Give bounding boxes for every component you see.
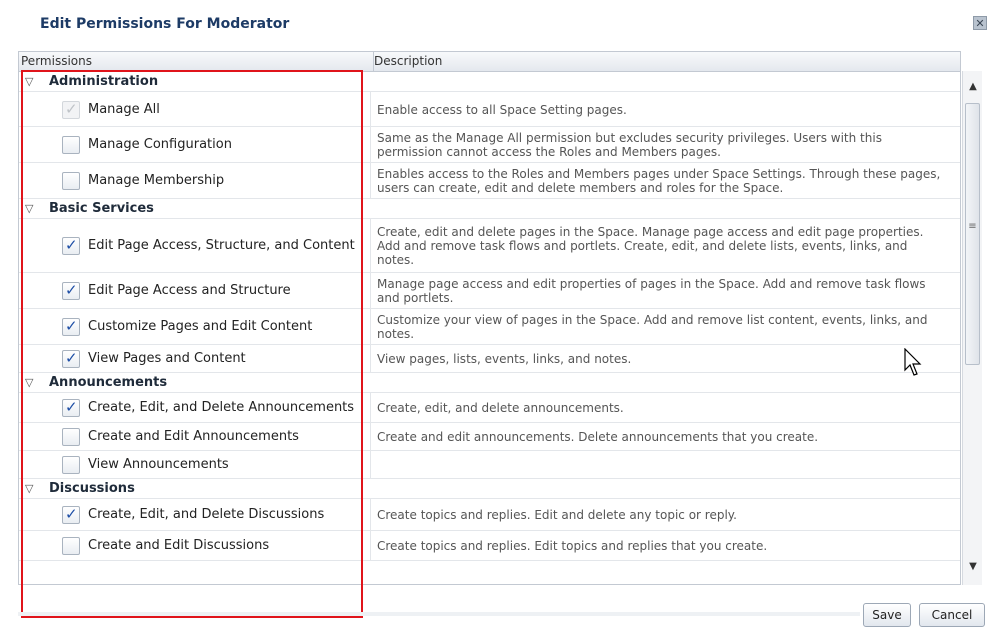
group-row[interactable]: ▽ Announcements xyxy=(19,373,960,393)
close-icon[interactable]: ✕ xyxy=(973,16,987,30)
permission-checkbox[interactable] xyxy=(62,136,80,154)
grip-icon: ≡ xyxy=(968,221,977,232)
permission-label: Manage All xyxy=(88,102,160,117)
scroll-down-icon[interactable]: ▼ xyxy=(965,559,981,575)
mouse-cursor-icon xyxy=(904,348,922,376)
checkmark-icon: ✓ xyxy=(65,236,78,254)
column-header-description[interactable]: Description xyxy=(372,52,960,71)
checkmark-icon: ✓ xyxy=(65,349,78,367)
group-label: Announcements xyxy=(49,375,168,390)
permission-label: Edit Page Access and Structure xyxy=(88,283,291,298)
permission-checkbox[interactable]: ✓ xyxy=(62,317,80,336)
permission-checkbox[interactable]: ✓ xyxy=(62,398,80,417)
expand-triangle-icon[interactable]: ▽ xyxy=(25,482,33,495)
permission-label: Manage Membership xyxy=(88,173,225,188)
scroll-thumb[interactable]: ≡ xyxy=(965,103,980,365)
permission-checkbox[interactable]: ✓ xyxy=(62,281,80,300)
permission-checkbox[interactable] xyxy=(62,172,80,190)
group-label: Discussions xyxy=(49,481,135,496)
permission-row: Manage Configuration Same as the Manage A… xyxy=(19,127,960,163)
permission-cell: View Announcements xyxy=(19,451,371,478)
permission-checkbox: ✓ xyxy=(62,100,80,119)
permission-checkbox[interactable] xyxy=(62,537,80,555)
permission-cell: Manage Membership xyxy=(19,163,371,198)
permission-description: Create, edit, and delete announcements. xyxy=(377,401,624,415)
vertical-scrollbar[interactable]: ▲ ≡ ▼ xyxy=(962,71,982,585)
permission-label: Create and Edit Discussions xyxy=(88,538,270,553)
permission-label: Create, Edit, and Delete Discussions xyxy=(88,507,325,522)
permission-row: ✓ Manage All Enable access to all Space Se… xyxy=(19,92,960,127)
checkmark-icon: ✓ xyxy=(65,100,78,118)
group-row[interactable]: ▽ Administration xyxy=(19,72,960,92)
permission-description: Enable access to all Space Setting pages… xyxy=(377,103,627,117)
checkmark-icon: ✓ xyxy=(65,281,78,299)
scroll-up-icon[interactable]: ▲ xyxy=(965,79,981,95)
permission-row: ✓ View Pages and Content View pages, lists… xyxy=(19,345,960,373)
permission-label: Manage Configuration xyxy=(88,137,232,152)
permission-row: Manage Membership Enables access to the R… xyxy=(19,163,960,199)
permission-cell: ✓ Edit Page Access, Structure, and Conten… xyxy=(19,219,371,272)
checkmark-icon: ✓ xyxy=(65,398,78,416)
permission-cell: ✓ Edit Page Access and Structure xyxy=(19,273,371,308)
group-label: Administration xyxy=(49,74,159,89)
permission-description: View pages, lists, events, links, and no… xyxy=(377,352,632,366)
permission-checkbox[interactable]: ✓ xyxy=(62,236,80,255)
permission-description: Create, edit and delete pages in the Spa… xyxy=(377,225,924,267)
permission-checkbox[interactable]: ✓ xyxy=(62,505,80,524)
permission-label: View Announcements xyxy=(88,457,229,472)
save-button[interactable]: Save xyxy=(863,603,911,627)
permission-description: Customize your view of pages in the Spac… xyxy=(377,313,928,341)
grid-header: Permissions Description xyxy=(19,52,960,72)
permission-checkbox[interactable] xyxy=(62,428,80,446)
permission-description: Manage page access and edit properties o… xyxy=(377,277,926,305)
expand-triangle-icon[interactable]: ▽ xyxy=(25,75,33,88)
permission-cell: ✓ Create, Edit, and Delete Discussions xyxy=(19,499,371,530)
expand-triangle-icon[interactable]: ▽ xyxy=(25,202,33,215)
grid-body: ▽ Administration ✓ Manage All Enable access … xyxy=(19,72,960,584)
permission-row: ✓ Create, Edit, and Delete Discussions Cre… xyxy=(19,499,960,531)
dialog-title: Edit Permissions For Moderator xyxy=(40,16,290,32)
permission-cell: ✓ Customize Pages and Edit Content xyxy=(19,309,371,344)
permission-label: Create and Edit Announcements xyxy=(88,429,299,444)
permission-label: View Pages and Content xyxy=(88,351,246,366)
permission-description: Create and edit announcements. Delete an… xyxy=(377,430,819,444)
group-row[interactable]: ▽ Basic Services xyxy=(19,199,960,219)
permission-row: ✓ Edit Page Access and Structure Manage pa… xyxy=(19,273,960,309)
permission-description: Create topics and replies. Edit topics a… xyxy=(377,539,768,553)
permission-row: ✓ Create, Edit, and Delete Announcements C… xyxy=(19,393,960,423)
permission-label: Customize Pages and Edit Content xyxy=(88,319,313,334)
permission-cell: Manage Configuration xyxy=(19,127,371,162)
group-row[interactable]: ▽ Discussions xyxy=(19,479,960,499)
permission-row: ✓ Customize Pages and Edit Content Customi… xyxy=(19,309,960,345)
permission-checkbox[interactable]: ✓ xyxy=(62,349,80,368)
expand-triangle-icon[interactable]: ▽ xyxy=(25,376,33,389)
permissions-grid: Permissions Description ▽ Administration ✓… xyxy=(18,51,961,585)
column-header-permissions[interactable]: Permissions xyxy=(19,52,374,71)
permission-description: Create topics and replies. Edit and dele… xyxy=(377,508,737,522)
permission-description: Same as the Manage All permission but ex… xyxy=(377,131,882,159)
permission-cell: ✓ Create, Edit, and Delete Announcements xyxy=(19,393,371,422)
permission-label: Create, Edit, and Delete Announcements xyxy=(88,400,355,415)
permission-description: Enables access to the Roles and Members … xyxy=(377,167,941,195)
permission-cell: Create and Edit Announcements xyxy=(19,423,371,450)
permission-row: View Announcements xyxy=(19,451,960,479)
cancel-button[interactable]: Cancel xyxy=(919,603,985,627)
checkmark-icon: ✓ xyxy=(65,317,78,335)
group-label: Basic Services xyxy=(49,201,154,216)
permission-cell: Create and Edit Discussions xyxy=(19,531,371,560)
permission-checkbox[interactable] xyxy=(62,456,80,474)
checkmark-icon: ✓ xyxy=(65,505,78,523)
permission-cell: ✓ Manage All xyxy=(19,92,371,126)
permission-row: Create and Edit Announcements Create and … xyxy=(19,423,960,451)
permission-cell: ✓ View Pages and Content xyxy=(19,345,371,372)
permission-row: ✓ Edit Page Access, Structure, and Conten… xyxy=(19,219,960,273)
permission-row: Create and Edit Discussions Create topics… xyxy=(19,531,960,561)
permission-label: Edit Page Access, Structure, and Content xyxy=(88,238,355,253)
footer-divider xyxy=(18,612,860,616)
